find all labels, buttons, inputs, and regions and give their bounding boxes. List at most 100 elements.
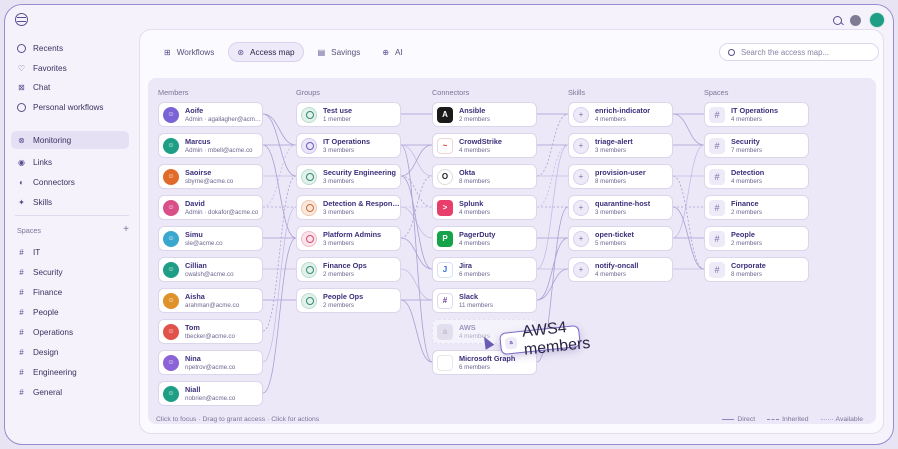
plug-icon: ◐ bbox=[19, 177, 24, 187]
sidebar-item-recents[interactable]: Recents bbox=[11, 39, 129, 57]
member-card[interactable]: ☺ David Admin · dokafor@acme.co bbox=[158, 195, 263, 220]
connection-line bbox=[262, 206, 297, 363]
skill-name: enrich-indicator bbox=[595, 106, 651, 115]
sidebar-item-personal-workflows[interactable]: Personal workflows bbox=[11, 98, 129, 116]
connector-card[interactable]: Microsoft Graph 6 members bbox=[432, 350, 537, 375]
sidebar-item-skills[interactable]: ✦ Skills bbox=[11, 193, 129, 211]
member-card[interactable]: ☺ Saoirse sbyrne@acme.co bbox=[158, 164, 263, 189]
member-card[interactable]: ☺ Simu sle@acme.co bbox=[158, 226, 263, 251]
member-detail: Admin · dokafor@acme.co bbox=[185, 209, 259, 216]
member-card[interactable]: ☺ Aisha arahman@acme.co bbox=[158, 288, 263, 313]
main-panel: ⊞ Workflows ⊛ Access map ▤ Savings ⊕ AI … bbox=[139, 29, 884, 434]
group-count: 3 members bbox=[323, 209, 354, 216]
connector-card[interactable]: J Jira 6 members bbox=[432, 257, 537, 282]
space-card[interactable]: # Corporate 8 members bbox=[704, 257, 809, 282]
sidebar-item-monitoring[interactable]: ⊗ Monitoring bbox=[11, 131, 129, 149]
group-card[interactable]: Detection & Response 3 members bbox=[296, 195, 401, 220]
tab-workflows[interactable]: ⊞ Workflows bbox=[156, 42, 222, 62]
space-count: 8 members bbox=[731, 271, 762, 278]
connector-card[interactable]: > Splunk 4 members bbox=[432, 195, 537, 220]
hash-icon: # bbox=[19, 387, 24, 397]
space-card[interactable]: # Finance 2 members bbox=[704, 195, 809, 220]
connector-card[interactable]: A Ansible 2 members bbox=[432, 102, 537, 127]
status-avatar[interactable] bbox=[850, 14, 861, 26]
access-map-canvas[interactable]: Members Groups Connectors Skills Spaces … bbox=[148, 78, 876, 424]
group-card[interactable]: People Ops 2 members bbox=[296, 288, 401, 313]
search-icon[interactable] bbox=[833, 15, 842, 25]
group-count: 3 members bbox=[323, 178, 354, 185]
group-icon bbox=[301, 199, 317, 216]
legend-label: Available bbox=[835, 416, 863, 423]
space-item-people[interactable]: # People bbox=[11, 303, 129, 321]
space-item-engineering[interactable]: # Engineering bbox=[11, 363, 129, 381]
group-card[interactable]: Test use 1 member bbox=[296, 102, 401, 127]
group-name: Platform Admins bbox=[323, 230, 382, 239]
avatar: ☺ bbox=[163, 230, 179, 247]
space-item-security[interactable]: # Security bbox=[11, 263, 129, 281]
skill-card[interactable]: + notify-oncall 4 members bbox=[568, 257, 673, 282]
add-space-icon[interactable]: + bbox=[123, 225, 129, 235]
connector-count: 11 members bbox=[459, 302, 493, 309]
sidebar-divider bbox=[15, 215, 129, 216]
connector-card[interactable]: P PagerDuty 4 members bbox=[432, 226, 537, 251]
heart-icon: ♡ bbox=[17, 63, 26, 73]
member-card[interactable]: ☺ Marcus Admin · mbell@acme.co bbox=[158, 133, 263, 158]
space-card[interactable]: # Security 7 members bbox=[704, 133, 809, 158]
member-card[interactable]: ☺ Cillian cwalsh@acme.co bbox=[158, 257, 263, 282]
member-name: Marcus bbox=[185, 137, 211, 146]
group-name: Finance Ops bbox=[323, 261, 367, 270]
group-card[interactable]: Finance Ops 2 members bbox=[296, 257, 401, 282]
skill-card[interactable]: + quarantine-host 3 members bbox=[568, 195, 673, 220]
avatar: ☺ bbox=[163, 199, 179, 216]
tab-access-map[interactable]: ⊛ Access map bbox=[228, 42, 304, 62]
skill-card[interactable]: + triage-alert 3 members bbox=[568, 133, 673, 158]
group-count: 2 members bbox=[323, 271, 354, 278]
skill-card[interactable]: + enrich-indicator 4 members bbox=[568, 102, 673, 127]
sidebar-item-favorites[interactable]: ♡ Favorites bbox=[11, 59, 129, 77]
sidebar-item-links[interactable]: ◉ Links bbox=[11, 153, 129, 171]
connector-card[interactable]: O Okta 8 members bbox=[432, 164, 537, 189]
connector-count: 4 members bbox=[459, 147, 490, 154]
sidebar-item-chat[interactable]: ⊠ Chat bbox=[11, 78, 129, 96]
access-map-search-input[interactable]: Search the access map... bbox=[719, 43, 879, 61]
member-name: Tom bbox=[185, 323, 200, 332]
space-item-general[interactable]: # General bbox=[11, 383, 129, 401]
member-name: Aoife bbox=[185, 106, 204, 115]
group-card[interactable]: Platform Admins 3 members bbox=[296, 226, 401, 251]
member-card[interactable]: ☺ Aoife Admin · agallagher@acme.co bbox=[158, 102, 263, 127]
app-logo-icon[interactable] bbox=[15, 13, 28, 26]
group-name: People Ops bbox=[323, 292, 364, 301]
tab-ai[interactable]: ⊕ AI bbox=[374, 42, 410, 62]
member-card[interactable]: ☺ Tom tbecker@acme.co bbox=[158, 319, 263, 344]
connector-name: PagerDuty bbox=[459, 230, 496, 239]
skill-name: notify-oncall bbox=[595, 261, 639, 270]
skill-name: provision-user bbox=[595, 168, 646, 177]
space-item-operations[interactable]: # Operations bbox=[11, 323, 129, 341]
space-card[interactable]: # Detection 4 members bbox=[704, 164, 809, 189]
hash-icon: # bbox=[709, 106, 725, 123]
wallet-icon: ▤ bbox=[317, 47, 326, 57]
skill-count: 3 members bbox=[595, 209, 626, 216]
tab-savings[interactable]: ▤ Savings bbox=[310, 42, 369, 62]
space-item-design[interactable]: # Design bbox=[11, 343, 129, 361]
group-card[interactable]: Security Engineering 3 members bbox=[296, 164, 401, 189]
group-name: Test use bbox=[323, 106, 353, 115]
member-card[interactable]: ☺ Niall nobrien@acme.co bbox=[158, 381, 263, 406]
space-item-it[interactable]: # IT bbox=[11, 243, 129, 261]
connector-card[interactable]: ~ CrowdStrike 4 members bbox=[432, 133, 537, 158]
connector-card[interactable]: # Slack 11 members bbox=[432, 288, 537, 313]
skill-card[interactable]: + provision-user 8 members bbox=[568, 164, 673, 189]
sidebar-item-connectors[interactable]: ◐ Connectors bbox=[11, 173, 129, 191]
user-avatar[interactable] bbox=[869, 12, 885, 28]
hash-icon: # bbox=[709, 230, 725, 247]
connection-line bbox=[262, 113, 297, 146]
space-card[interactable]: # IT Operations 4 members bbox=[704, 102, 809, 127]
group-card[interactable]: IT Operations 3 members bbox=[296, 133, 401, 158]
connector-name: Jira bbox=[459, 261, 472, 270]
connection-line bbox=[400, 144, 433, 177]
member-card[interactable]: ☺ Nina npetrov@acme.co bbox=[158, 350, 263, 375]
space-card[interactable]: # People 2 members bbox=[704, 226, 809, 251]
space-item-finance[interactable]: # Finance bbox=[11, 283, 129, 301]
hash-icon: # bbox=[709, 261, 725, 278]
skill-card[interactable]: + open-ticket 5 members bbox=[568, 226, 673, 251]
